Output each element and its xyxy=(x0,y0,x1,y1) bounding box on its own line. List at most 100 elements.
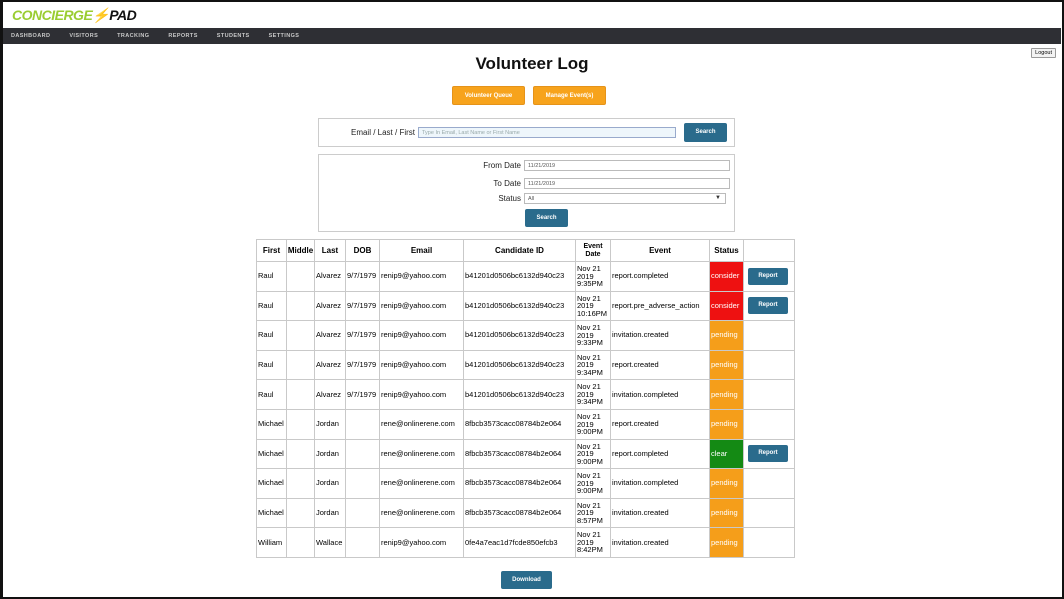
cell-last: Jordan xyxy=(314,497,346,529)
cell-candidate-id: 8fbcb3573cacc08784b2e064 xyxy=(463,438,576,470)
cell-event: report.completed xyxy=(610,438,710,470)
cell-action xyxy=(743,320,795,351)
search-button[interactable]: Search xyxy=(684,123,727,142)
cell-last: Alvarez xyxy=(314,261,346,292)
cell-event-date: Nov 21 2019 9:35PM xyxy=(575,261,611,292)
cell-middle xyxy=(286,320,315,351)
nav-item-reports[interactable]: REPORTS xyxy=(168,33,197,39)
cell-middle xyxy=(286,261,315,292)
cell-last: Alvarez xyxy=(314,349,346,381)
cell-first: Raul xyxy=(256,379,287,410)
cell-last: Alvarez xyxy=(314,290,346,322)
col-header-actions xyxy=(743,239,795,262)
table-row: Raul Alvarez 9/7/1979 renip9@yahoo.com b4120… xyxy=(256,261,795,292)
report-button[interactable]: Report xyxy=(748,445,788,463)
table-row: Raul Alvarez 9/7/1979 renip9@yahoo.com b4120… xyxy=(256,320,795,351)
cell-event-date: Nov 21 2019 8:57PM xyxy=(575,497,611,529)
col-header-status: Status xyxy=(709,239,744,262)
status-badge: pending xyxy=(709,320,744,351)
status-badge: pending xyxy=(709,468,744,499)
page-title: Volunteer Log xyxy=(475,54,589,73)
cell-first: Raul xyxy=(256,320,287,351)
status-badge: pending xyxy=(709,349,744,381)
cell-email: renip9@yahoo.com xyxy=(379,527,464,558)
nav-item-settings[interactable]: SETTINGS xyxy=(269,33,300,39)
cell-dob: 9/7/1979 xyxy=(345,349,380,381)
cell-candidate-id: b41201d0506bc6132d940c23 xyxy=(463,261,576,292)
app-logo[interactable]: CONCIERGE⚡PAD xyxy=(12,6,137,24)
search-label: Email / Last / First xyxy=(350,128,415,137)
cell-dob: 9/7/1979 xyxy=(345,290,380,322)
cell-first: Michael xyxy=(256,408,287,440)
cell-middle xyxy=(286,408,315,440)
main-navbar: DASHBOARD VISITORS TRACKING REPORTS STUD… xyxy=(3,28,1061,44)
logo-text-pad: PAD xyxy=(109,7,137,23)
from-date-input[interactable]: 11/21/2019 xyxy=(524,160,730,171)
search-input[interactable]: Type In Email, Last Name or First Name xyxy=(418,127,676,138)
manage-events-button[interactable]: Manage Event(s) xyxy=(533,86,606,105)
status-badge: pending xyxy=(709,379,744,410)
table-row: Michael Jordan rene@onlinerene.com 8fbcb357… xyxy=(256,468,795,499)
cell-dob xyxy=(345,468,380,499)
to-date-label: To Date xyxy=(493,179,521,188)
cell-first: William xyxy=(256,527,287,558)
cell-action xyxy=(743,379,795,410)
cell-action: Report xyxy=(743,261,795,292)
table-row: Raul Alvarez 9/7/1979 renip9@yahoo.com b4120… xyxy=(256,379,795,410)
cell-email: rene@onlinerene.com xyxy=(379,438,464,470)
nav-item-tracking[interactable]: TRACKING xyxy=(117,33,149,39)
cell-first: Michael xyxy=(256,438,287,470)
col-header-event-date: Event Date xyxy=(575,239,611,262)
cell-event: invitation.created xyxy=(610,527,710,558)
cell-email: rene@onlinerene.com xyxy=(379,408,464,440)
status-select[interactable]: All ▼ xyxy=(524,193,726,204)
cell-candidate-id: 0fe4a7eac1d7fcde850efcb3 xyxy=(463,527,576,558)
cell-email: rene@onlinerene.com xyxy=(379,497,464,529)
cell-dob xyxy=(345,438,380,470)
cell-first: Raul xyxy=(256,261,287,292)
cell-last: Alvarez xyxy=(314,320,346,351)
filter-search-button[interactable]: Search xyxy=(525,209,568,227)
cell-event-date: Nov 21 2019 9:34PM xyxy=(575,349,611,381)
cell-middle xyxy=(286,349,315,381)
cell-event-date: Nov 21 2019 9:00PM xyxy=(575,438,611,470)
cell-event-date: Nov 21 2019 8:42PM xyxy=(575,527,611,558)
status-badge: consider xyxy=(709,261,744,292)
table-header-row: First Middle Last DOB Email Candidate ID… xyxy=(256,239,795,262)
nav-item-students[interactable]: STUDENTS xyxy=(217,33,250,39)
volunteer-queue-button[interactable]: Volunteer Queue xyxy=(452,86,525,105)
chevron-down-icon: ▼ xyxy=(715,195,721,201)
cell-event: report.created xyxy=(610,408,710,440)
table-row: Michael Jordan rene@onlinerene.com 8fbcb357… xyxy=(256,408,795,440)
table-row: Raul Alvarez 9/7/1979 renip9@yahoo.com b4120… xyxy=(256,349,795,381)
cell-action xyxy=(743,349,795,381)
to-date-input[interactable]: 11/21/2019 xyxy=(524,178,730,189)
col-header-last: Last xyxy=(314,239,346,262)
cell-dob xyxy=(345,497,380,529)
nav-item-visitors[interactable]: VISITORS xyxy=(69,33,98,39)
report-button[interactable]: Report xyxy=(748,267,788,285)
cell-first: Raul xyxy=(256,290,287,322)
from-date-label: From Date xyxy=(483,161,521,170)
download-button[interactable]: Download xyxy=(501,571,552,589)
cell-last: Alvarez xyxy=(314,379,346,410)
filter-panel: From Date 11/21/2019 To Date 11/21/2019 … xyxy=(318,154,735,232)
cell-candidate-id: b41201d0506bc6132d940c23 xyxy=(463,349,576,381)
cell-action xyxy=(743,527,795,558)
col-header-candidate-id: Candidate ID xyxy=(463,239,576,262)
cell-candidate-id: b41201d0506bc6132d940c23 xyxy=(463,320,576,351)
cell-first: Raul xyxy=(256,349,287,381)
cell-candidate-id: 8fbcb3573cacc08784b2e064 xyxy=(463,468,576,499)
cell-dob: 9/7/1979 xyxy=(345,379,380,410)
cell-candidate-id: 8fbcb3573cacc08784b2e064 xyxy=(463,408,576,440)
report-button[interactable]: Report xyxy=(748,297,788,315)
nav-item-dashboard[interactable]: DASHBOARD xyxy=(11,33,50,39)
cell-event: invitation.created xyxy=(610,497,710,529)
cell-candidate-id: b41201d0506bc6132d940c23 xyxy=(463,290,576,322)
cell-middle xyxy=(286,438,315,470)
col-header-event: Event xyxy=(610,239,710,262)
status-select-value: All xyxy=(528,196,535,202)
cell-event-date: Nov 21 2019 9:34PM xyxy=(575,379,611,410)
table-row: Michael Jordan rene@onlinerene.com 8fbcb357… xyxy=(256,497,795,529)
cell-event: invitation.created xyxy=(610,320,710,351)
